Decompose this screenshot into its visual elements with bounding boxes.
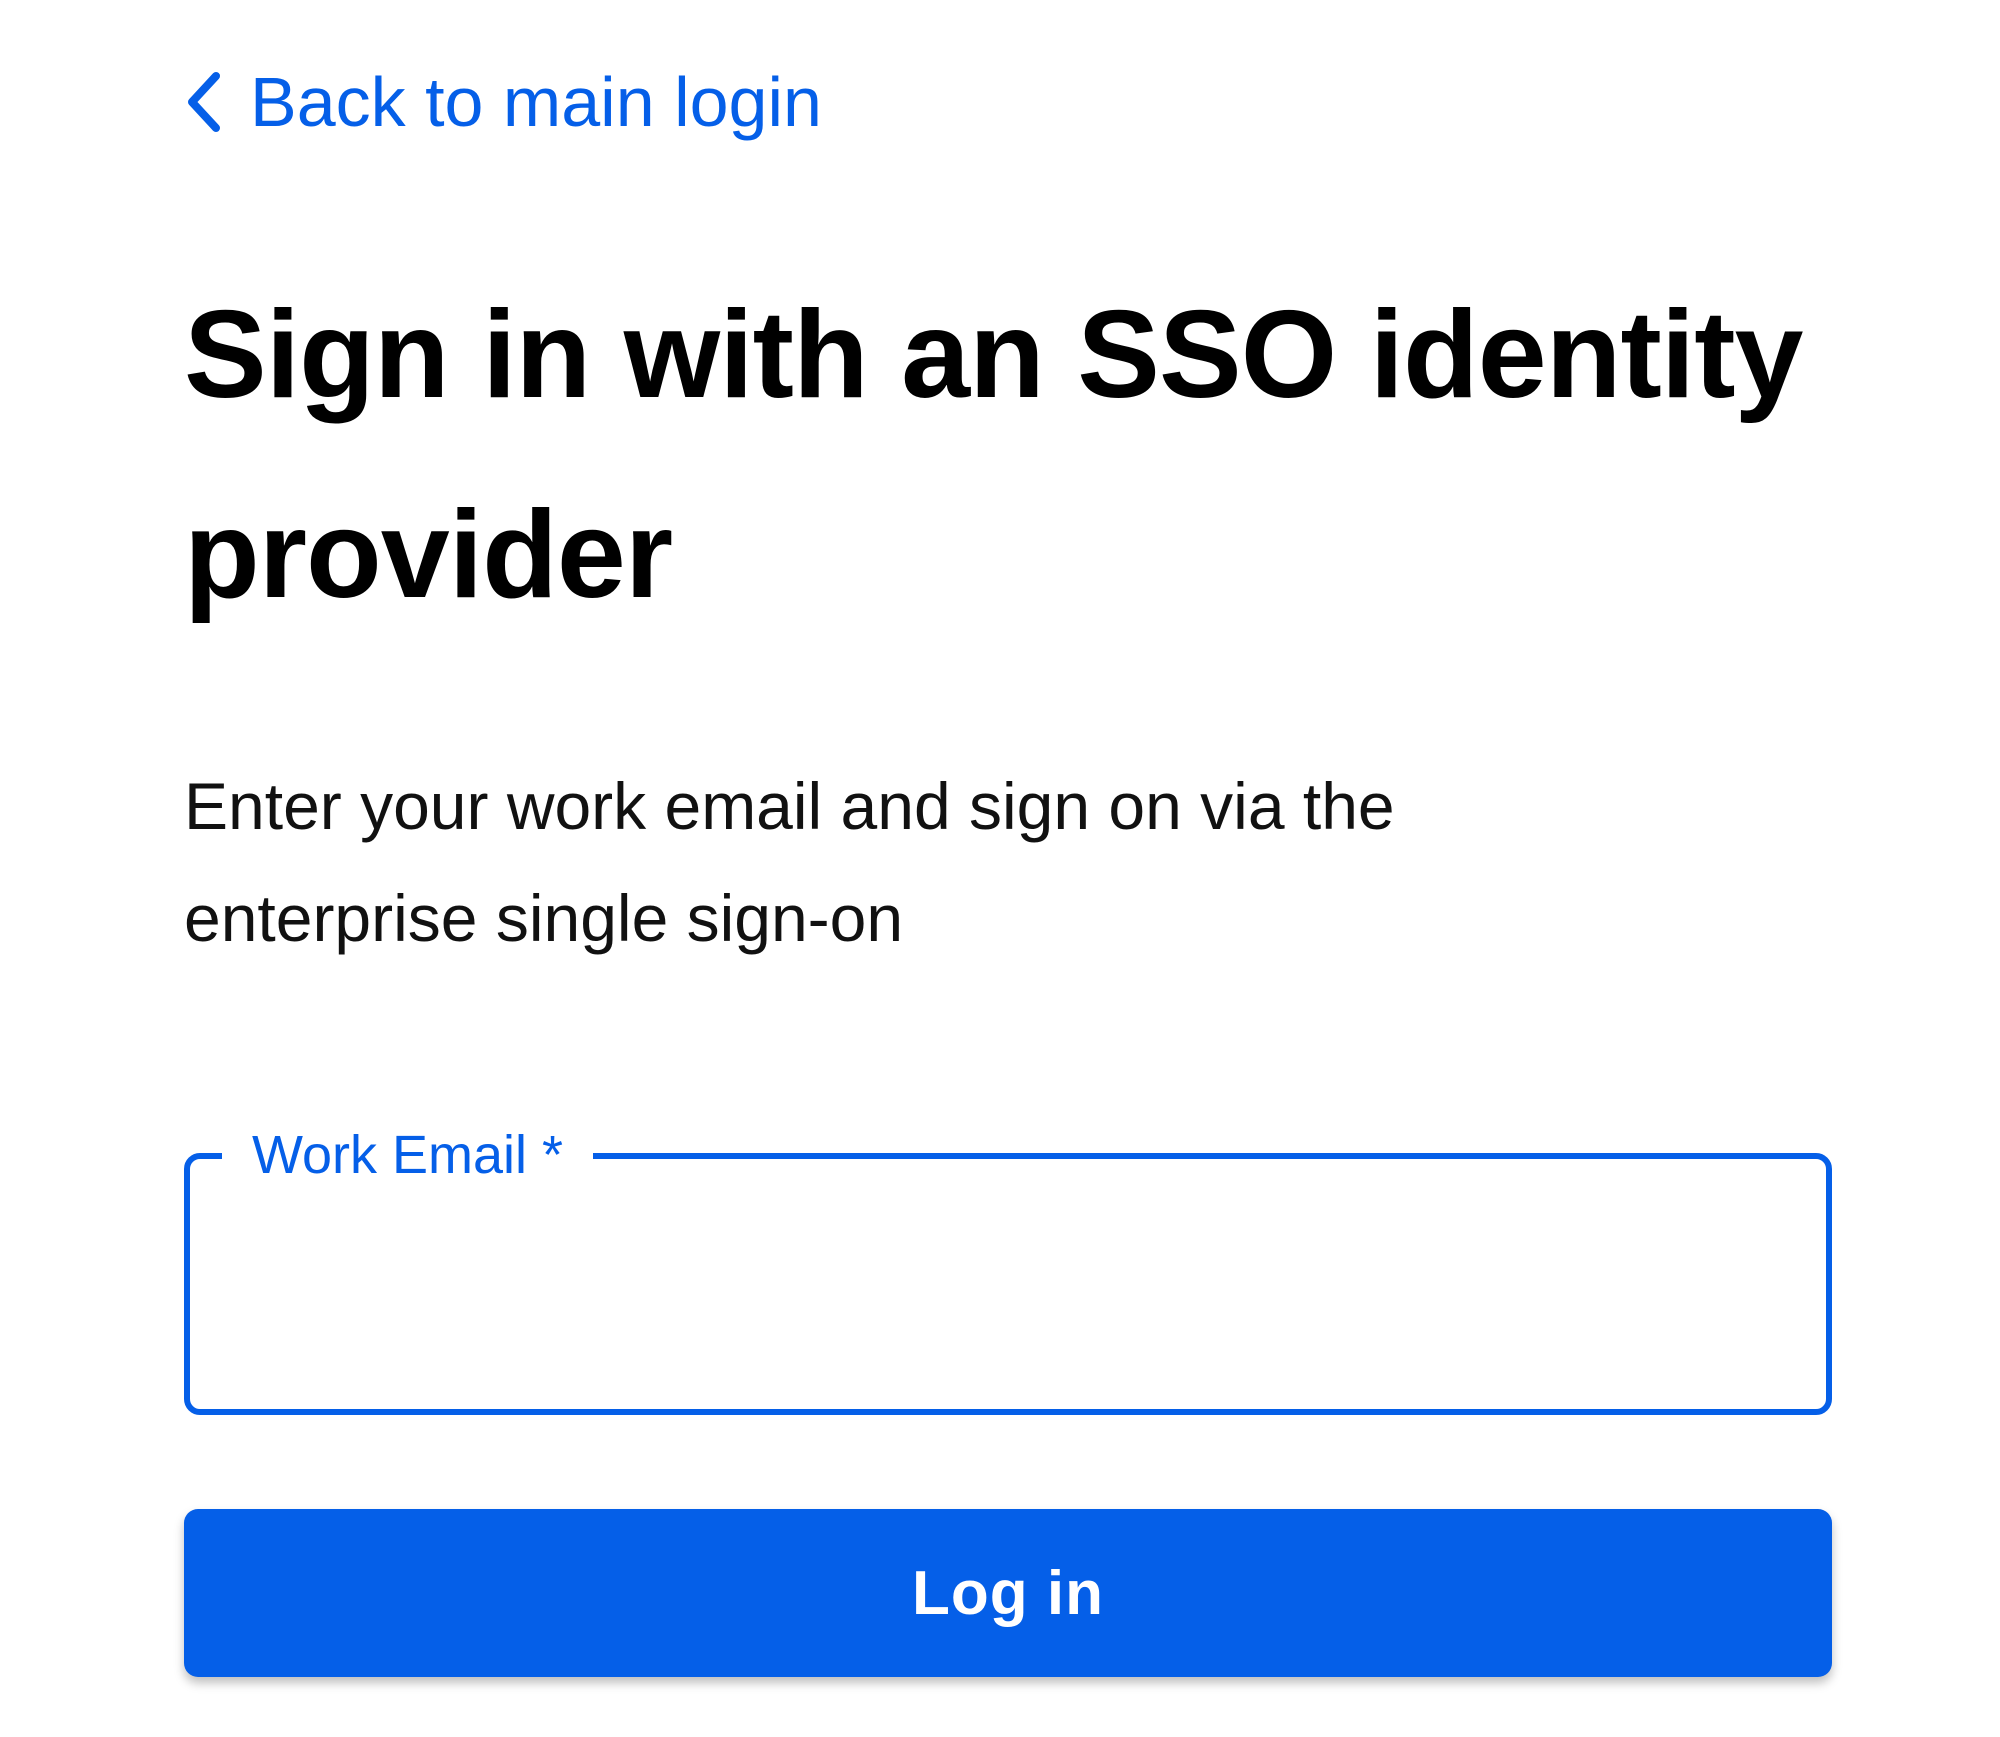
chevron-left-icon <box>184 70 224 134</box>
log-in-button[interactable]: Log in <box>184 1509 1832 1677</box>
back-to-main-login-link[interactable]: Back to main login <box>184 62 822 142</box>
work-email-label: Work Email * <box>222 1115 594 1195</box>
page-title: Sign in with an SSO identity provider <box>184 286 1804 624</box>
work-email-field[interactable]: Work Email * <box>184 1115 1832 1415</box>
page-description: Enter your work email and sign on via th… <box>184 769 1395 955</box>
work-email-input[interactable] <box>220 1219 1794 1351</box>
back-link-label: Back to main login <box>250 63 822 141</box>
